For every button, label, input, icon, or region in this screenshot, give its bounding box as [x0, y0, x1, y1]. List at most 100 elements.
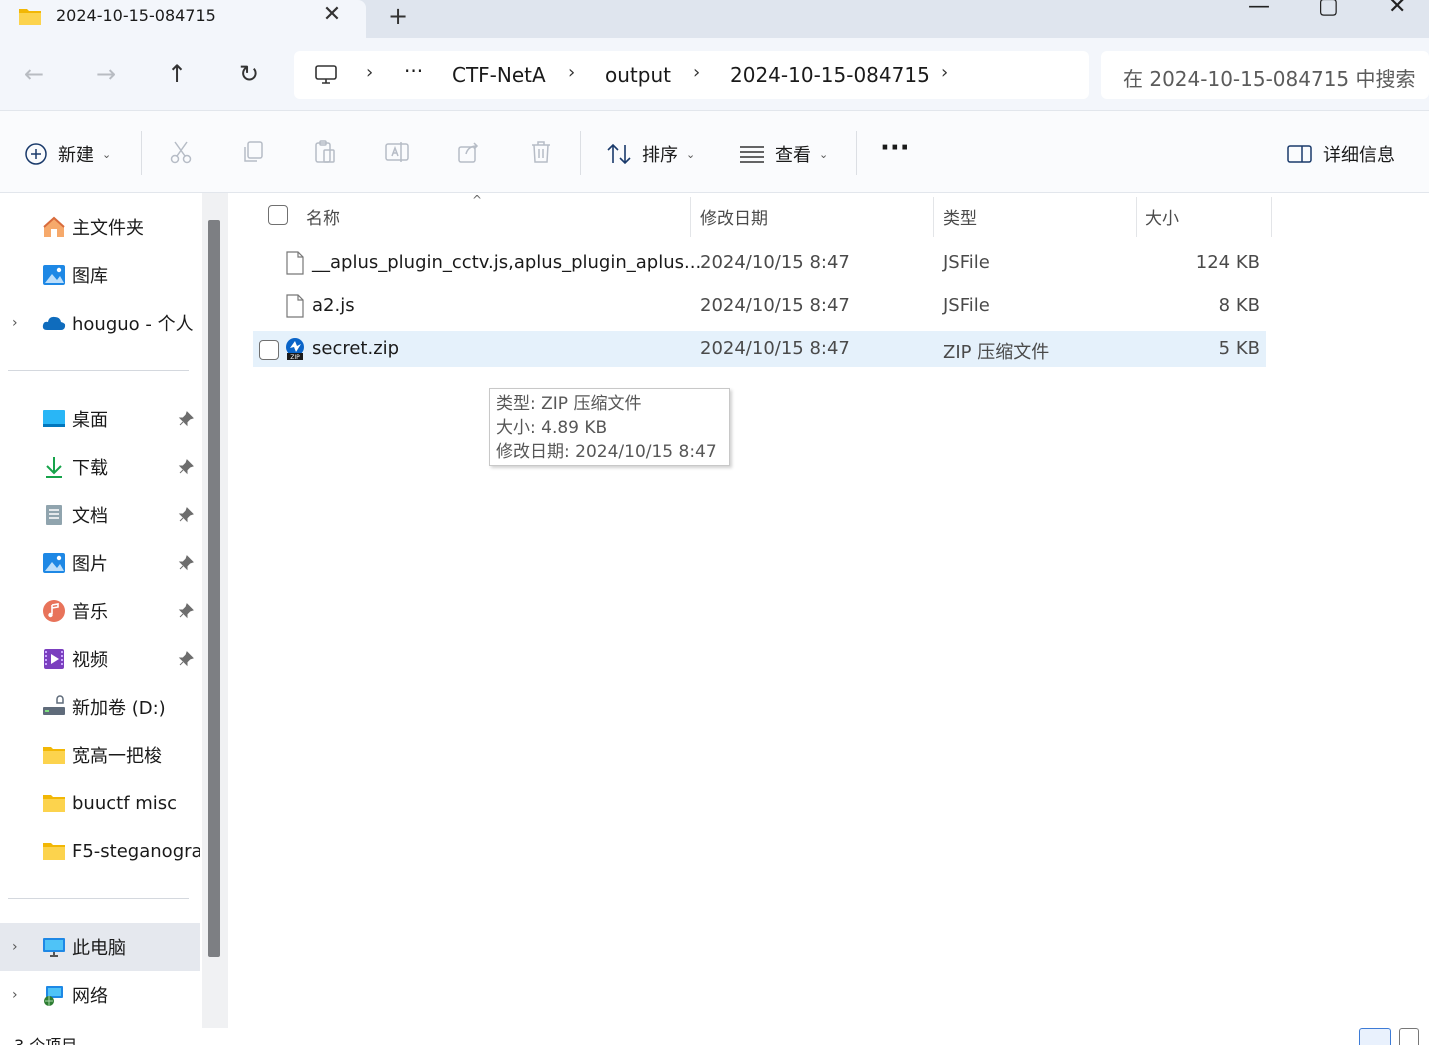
sidebar-item-label: houguo - 个人	[72, 314, 194, 335]
column-header-size[interactable]: 大小	[1145, 204, 1179, 229]
sidebar-item-folder[interactable]: buuctf misc	[0, 779, 200, 827]
computer-icon[interactable]	[314, 63, 338, 87]
sidebar-item-this-pc[interactable]: › 此电脑	[0, 923, 200, 971]
view-button[interactable]: 查看 ⌄	[739, 141, 828, 167]
toolbar-divider	[580, 131, 581, 175]
column-header-name[interactable]: 名称	[306, 204, 340, 229]
details-pane-button[interactable]: 详细信息	[1287, 141, 1395, 167]
sort-label: 排序	[642, 145, 678, 166]
tab-close-icon[interactable]: ✕	[322, 2, 342, 27]
address-bar[interactable]: › ··· CTF-NetA › output › 2024-10-15-084…	[294, 51, 1089, 99]
chevron-down-icon: ⌄	[686, 147, 696, 161]
new-button[interactable]: 新建 ⌄	[24, 141, 111, 167]
sidebar-item-home[interactable]: 主文件夹	[0, 203, 200, 251]
sidebar-item-label: 视频	[72, 650, 108, 671]
paste-icon[interactable]	[312, 139, 338, 165]
sidebar-item-label: 主文件夹	[72, 218, 144, 239]
column-header-type[interactable]: 类型	[943, 204, 977, 229]
network-icon	[44, 986, 63, 1006]
breadcrumb-separator[interactable]: ›	[693, 62, 700, 83]
file-size: 5 KB	[1218, 338, 1260, 359]
breadcrumb-more[interactable]: ···	[404, 59, 423, 83]
sidebar-item-folder[interactable]: F5-steganography	[0, 827, 200, 875]
file-name: __aplus_plugin_cctv.js,aplus_plugin_aplu…	[312, 252, 702, 273]
search-placeholder: 在 2024-10-15-084715 中搜索	[1123, 67, 1416, 91]
refresh-button[interactable]: ↻	[229, 60, 269, 88]
sidebar-item-label: 新加卷 (D:)	[72, 698, 166, 719]
column-divider[interactable]	[1136, 197, 1137, 237]
sidebar-item-label: 下载	[72, 458, 108, 479]
new-label: 新建	[58, 145, 94, 166]
column-divider[interactable]	[1271, 197, 1272, 237]
file-row[interactable]: a2.js 2024/10/15 8:47 JSFile 8 KB	[253, 288, 1266, 324]
details-pane-icon	[1287, 145, 1312, 163]
file-type: ZIP 压缩文件	[943, 342, 1050, 363]
file-type: JSFile	[943, 252, 990, 273]
pin-icon[interactable]	[178, 411, 194, 427]
column-divider[interactable]	[690, 197, 691, 237]
download-icon	[46, 457, 62, 478]
maximize-button[interactable]: ▢	[1318, 0, 1339, 19]
rename-icon[interactable]	[384, 139, 410, 165]
breadcrumb-separator[interactable]: ›	[568, 62, 575, 83]
pin-icon[interactable]	[178, 555, 194, 571]
file-row[interactable]: ZIP secret.zip 2024/10/15 8:47 ZIP 压缩文件 …	[253, 331, 1266, 367]
sidebar-item-downloads[interactable]: 下载	[0, 443, 200, 491]
expand-chevron-icon[interactable]: ›	[12, 315, 18, 331]
breadcrumb-current-folder[interactable]: 2024-10-15-084715	[730, 63, 930, 87]
sidebar-item-drive-d[interactable]: 新加卷 (D:)	[0, 683, 200, 731]
breadcrumb-ctf-neta[interactable]: CTF-NetA	[452, 63, 546, 87]
file-type: JSFile	[943, 295, 990, 316]
cut-icon[interactable]	[168, 139, 194, 165]
file-size: 8 KB	[1218, 295, 1260, 316]
details-view-toggle[interactable]	[1359, 1028, 1391, 1045]
pin-icon[interactable]	[178, 507, 194, 523]
share-icon[interactable]	[456, 139, 482, 165]
sidebar-item-onedrive[interactable]: › houguo - 个人	[0, 299, 200, 347]
breadcrumb-separator[interactable]: ›	[941, 62, 948, 83]
toolbar-divider	[856, 131, 857, 175]
sort-icon	[607, 143, 631, 165]
details-label: 详细信息	[1323, 145, 1395, 166]
new-tab-button[interactable]: +	[388, 2, 408, 30]
svg-text:ZIP: ZIP	[290, 354, 300, 361]
file-row[interactable]: __aplus_plugin_cctv.js,aplus_plugin_aplu…	[253, 245, 1266, 281]
file-info-tooltip: 类型: ZIP 压缩文件 大小: 4.89 KB 修改日期: 2024/10/1…	[489, 388, 730, 466]
sidebar-scrollbar-thumb[interactable]	[208, 220, 220, 957]
sidebar-item-folder[interactable]: 宽高一把梭	[0, 731, 200, 779]
pin-icon[interactable]	[178, 459, 194, 475]
sidebar-item-videos[interactable]: 视频	[0, 635, 200, 683]
minimize-button[interactable]: —	[1248, 0, 1270, 19]
copy-icon[interactable]	[240, 139, 266, 165]
sidebar-item-gallery[interactable]: 图库	[0, 251, 200, 299]
sort-button[interactable]: 排序 ⌄	[606, 141, 695, 167]
delete-icon[interactable]	[528, 139, 554, 165]
pin-icon[interactable]	[178, 651, 194, 667]
search-input[interactable]: 在 2024-10-15-084715 中搜索	[1101, 51, 1429, 99]
select-all-checkbox[interactable]	[268, 205, 288, 225]
sidebar-item-music[interactable]: 音乐	[0, 587, 200, 635]
expand-chevron-icon[interactable]: ›	[12, 939, 18, 955]
tab-current-folder[interactable]: 2024-10-15-084715 ✕	[0, 0, 366, 38]
sidebar-item-network[interactable]: › 网络	[0, 971, 200, 1019]
file-modified: 2024/10/15 8:47	[700, 295, 850, 316]
sidebar-item-pictures[interactable]: 图片	[0, 539, 200, 587]
plus-circle-icon	[25, 143, 47, 165]
column-header-modified[interactable]: 修改日期	[700, 204, 768, 229]
breadcrumb-output[interactable]: output	[605, 63, 671, 87]
back-button[interactable]: ←	[14, 60, 54, 88]
up-button[interactable]: ↑	[157, 60, 197, 88]
close-window-button[interactable]: ✕	[1388, 0, 1406, 19]
sidebar-item-label: 音乐	[72, 602, 108, 623]
row-checkbox[interactable]	[259, 340, 279, 360]
home-icon	[43, 216, 65, 237]
expand-chevron-icon[interactable]: ›	[12, 987, 18, 1003]
more-options-button[interactable]: ···	[880, 133, 910, 163]
breadcrumb-separator[interactable]: ›	[366, 62, 373, 83]
sidebar-item-desktop[interactable]: 桌面	[0, 395, 200, 443]
column-divider[interactable]	[933, 197, 934, 237]
pin-icon[interactable]	[178, 603, 194, 619]
sidebar-item-documents[interactable]: 文档	[0, 491, 200, 539]
forward-button[interactable]: →	[86, 60, 126, 88]
tiles-view-toggle[interactable]	[1399, 1028, 1419, 1045]
